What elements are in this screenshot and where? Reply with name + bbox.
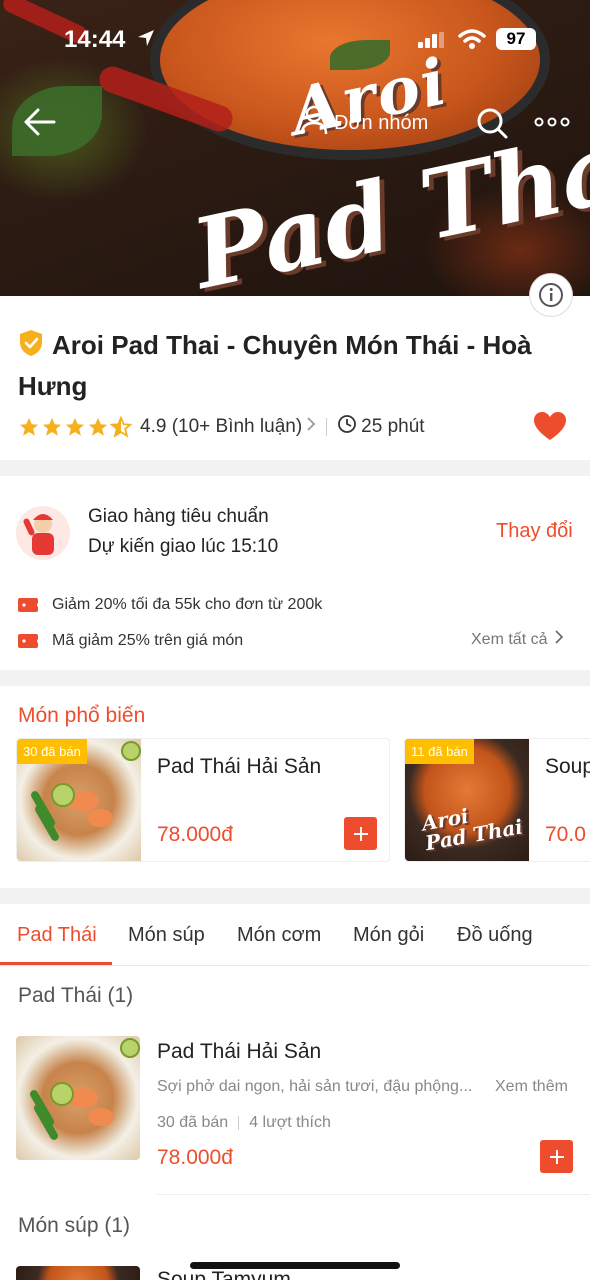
promo-text: Giảm 20% tối đa 55k cho đơn từ 200k xyxy=(52,596,323,613)
half-star-icon xyxy=(110,416,132,438)
dish-image: 30 đã bán xyxy=(17,739,141,861)
dish-description: Sợi phở dai ngon, hải sản tươi, đậu phộn… xyxy=(157,1078,473,1095)
group-order-label: Đơn nhóm xyxy=(334,111,429,134)
tab-soup[interactable]: Món súp xyxy=(128,924,205,947)
clock-icon xyxy=(337,414,357,440)
rating-value: 4.9 xyxy=(140,416,167,437)
star-icon xyxy=(19,417,39,436)
location-arrow-icon xyxy=(136,28,156,53)
promo-item[interactable]: Mã giảm 25% trên giá món xyxy=(18,632,243,650)
voucher-tag-icon xyxy=(18,634,38,648)
delivery-title: Giao hàng tiêu chuẩn xyxy=(88,506,269,527)
active-tab-indicator xyxy=(0,962,112,965)
promo-item[interactable]: Giảm 20% tối đa 55k cho đơn từ 200k xyxy=(18,596,322,614)
tab-rice[interactable]: Món cơm xyxy=(237,924,321,947)
sold-count-badge: 11 đã bán xyxy=(405,739,474,764)
shop-name-text: Aroi Pad Thai - Chuyên Món Thái - Hoà Hư… xyxy=(18,330,532,401)
tab-drinks[interactable]: Đồ uống xyxy=(457,924,533,947)
star-icon xyxy=(65,417,85,436)
see-all-label: Xem tất cả xyxy=(471,630,548,648)
shop-info-icon[interactable] xyxy=(530,274,572,316)
dish-name: Soup Tamyum xyxy=(157,1268,291,1280)
sold-count: 30 đã bán xyxy=(157,1114,229,1131)
back-arrow-icon[interactable] xyxy=(22,106,58,138)
dish-price: 70.0 xyxy=(545,823,586,846)
voucher-tag-icon xyxy=(18,598,38,612)
section-separator xyxy=(0,888,590,904)
plus-icon xyxy=(549,1149,564,1164)
promo-text: Mã giảm 25% trên giá món xyxy=(52,632,244,649)
dish-image xyxy=(16,1266,140,1280)
delivery-section: Giao hàng tiêu chuẩn Dự kiến giao lúc 15… xyxy=(0,476,590,670)
section-separator xyxy=(0,460,590,476)
delivery-time: 25 phút xyxy=(361,416,425,437)
divider xyxy=(326,418,328,436)
popular-dishes-section: Món phổ biến 30 đã bán Pad Thái Hải Sản … xyxy=(0,686,590,888)
menu-category-tabs: Pad Thái Món súp Món cơm Món gỏi Đồ uống xyxy=(0,904,590,966)
group-order-button[interactable]: Đơn nhóm xyxy=(300,105,429,141)
more-options-icon[interactable] xyxy=(534,112,570,132)
rating-row[interactable]: 4.9 (10+ Bình luận) 25 phút xyxy=(18,414,425,440)
battery-indicator: 97 xyxy=(496,28,536,50)
search-icon[interactable] xyxy=(476,107,508,139)
chevron-right-icon xyxy=(306,416,316,438)
dish-price: 78.000đ xyxy=(157,1146,233,1169)
dish-name: Pad Thái Hải Sản xyxy=(157,755,322,778)
status-bar: 14:44 97 xyxy=(0,0,590,80)
change-delivery-button[interactable]: Thay đổi xyxy=(496,520,573,543)
plus-icon xyxy=(353,826,368,841)
dish-name: Pad Thái Hải Sản xyxy=(157,1040,322,1063)
star-icon xyxy=(42,417,62,436)
add-to-cart-button[interactable] xyxy=(540,1140,573,1173)
wifi-icon xyxy=(458,28,486,55)
rating-stars xyxy=(18,416,132,438)
divider xyxy=(238,1116,240,1130)
shop-info-section: Aroi Pad Thai - Chuyên Món Thái - Hoà Hư… xyxy=(0,296,590,460)
popular-dish-card[interactable]: 30 đã bán Pad Thái Hải Sản 78.000đ xyxy=(16,738,390,862)
verified-shield-icon xyxy=(18,329,44,367)
like-count: 4 lượt thích xyxy=(249,1114,331,1131)
see-more-link[interactable]: Xem thêm xyxy=(495,1078,568,1096)
dish-name: Soup xyxy=(545,755,590,778)
person-icon xyxy=(300,105,328,141)
menu-section-title: Pad Thái (1) xyxy=(18,984,134,1007)
popular-heading: Món phổ biến xyxy=(18,704,146,727)
tab-pad-thai[interactable]: Pad Thái xyxy=(17,924,97,947)
add-to-cart-button[interactable] xyxy=(344,817,377,850)
chevron-right-icon xyxy=(555,630,564,649)
see-all-promos-link[interactable]: Xem tất cả xyxy=(471,630,564,649)
dish-image xyxy=(16,1036,140,1160)
cellular-signal-icon xyxy=(418,32,444,53)
delivery-eta: Dự kiến giao lúc 15:10 xyxy=(88,536,279,557)
divider xyxy=(157,1194,590,1195)
sold-count-badge: 30 đã bán xyxy=(17,739,87,764)
home-indicator[interactable] xyxy=(190,1262,400,1269)
status-time: 14:44 xyxy=(64,26,126,53)
dish-stats: 30 đã bán 4 lượt thích xyxy=(157,1114,331,1132)
courier-avatar xyxy=(16,506,70,560)
dish-image: Aroi Pad Thai 11 đã bán xyxy=(405,739,529,861)
shop-name: Aroi Pad Thai - Chuyên Món Thái - Hoà Hư… xyxy=(18,326,578,405)
popular-dish-card[interactable]: Aroi Pad Thai 11 đã bán Soup 70.0 xyxy=(404,738,590,862)
tab-salad[interactable]: Món gỏi xyxy=(353,924,424,947)
review-count: (10+ Bình luận) xyxy=(171,416,303,437)
section-separator xyxy=(0,670,590,686)
menu-list: Pad Thái (1) Pad Thái Hải Sản Sợi phở da… xyxy=(0,966,590,1280)
menu-section-title: Món súp (1) xyxy=(18,1214,131,1237)
star-icon xyxy=(88,417,108,436)
dish-price: 78.000đ xyxy=(157,823,233,846)
favorite-heart-icon[interactable] xyxy=(532,410,568,442)
